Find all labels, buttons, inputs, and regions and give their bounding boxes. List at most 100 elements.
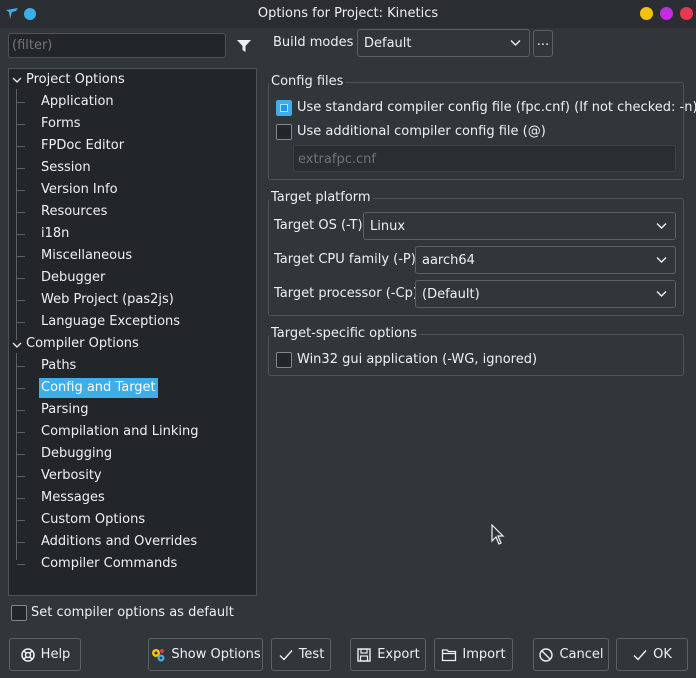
chevron-down-icon: [656, 257, 667, 263]
tree-guide-line: [17, 212, 25, 213]
config-files-title: Config files: [269, 74, 346, 89]
tree-guide-line: [17, 146, 25, 147]
target-processor-label: Target processor (-Cp): [274, 286, 418, 301]
tree-guide-line: [17, 476, 25, 477]
tree-item[interactable]: Forms: [41, 114, 81, 134]
tree-item[interactable]: Paths: [41, 356, 76, 376]
checkmark-icon: [633, 649, 647, 661]
help-button-label: Help: [40, 647, 71, 662]
tree-item[interactable]: Miscellaneous: [41, 246, 132, 266]
tree-item[interactable]: Version Info: [41, 180, 118, 200]
tree-guide-line: [17, 278, 25, 279]
filter-input[interactable]: [8, 33, 226, 58]
target-processor-combo[interactable]: (Default): [415, 280, 676, 308]
help-button[interactable]: Help: [9, 638, 81, 671]
tree-guide-line: [17, 234, 25, 235]
title-bar: Options for Project: Kinetics: [0, 0, 696, 28]
options-tree: Project Options Application Forms FPDoc Ed…: [8, 68, 257, 596]
use-additional-config-label: Use additional compiler config file (@): [297, 124, 546, 139]
target-platform-title: Target platform: [269, 190, 373, 205]
target-cpu-label: Target CPU family (-P): [274, 252, 416, 267]
import-button[interactable]: Import: [434, 638, 513, 671]
build-modes-label: Build modes: [273, 35, 354, 50]
tree-item[interactable]: FPDoc Editor: [41, 136, 124, 156]
tree-guide-line: [17, 454, 25, 455]
chevron-down-icon: [656, 223, 667, 229]
target-os-label: Target OS (-T): [274, 218, 363, 233]
checkmark-icon: [279, 649, 293, 661]
target-processor-value: (Default): [422, 287, 480, 302]
tree-guide-line: [17, 322, 25, 323]
tree-guide-line: [17, 190, 25, 191]
additional-config-file-input: extrafpc.cnf: [293, 145, 676, 172]
use-standard-config-checkbox[interactable]: [276, 100, 292, 116]
target-os-value: Linux: [370, 219, 406, 234]
tree-group-compiler-options[interactable]: Compiler Options: [26, 334, 139, 354]
tree-guide-line: [17, 102, 25, 103]
tree-item[interactable]: Debugging: [41, 444, 112, 464]
filter-icon[interactable]: [233, 35, 255, 57]
tree-item[interactable]: Verbosity: [41, 466, 102, 486]
tree-item[interactable]: Compiler Commands: [41, 554, 177, 574]
import-button-label: Import: [462, 647, 506, 662]
tree-guide-line: [17, 300, 25, 301]
tree-guide-line: [17, 542, 25, 543]
tree-guide-line: [17, 564, 25, 565]
win32-gui-checkbox[interactable]: [276, 352, 292, 368]
save-disk-icon: [357, 647, 371, 662]
tree-item[interactable]: Web Project (pas2js): [41, 290, 174, 310]
cancel-button-label: Cancel: [559, 647, 604, 662]
tree-guide-line: [17, 124, 25, 125]
cancel-button[interactable]: Cancel: [533, 638, 609, 671]
chevron-down-icon: [510, 40, 521, 46]
target-cpu-value: aarch64: [422, 253, 475, 268]
tree-guide-line: [17, 498, 25, 499]
tree-item[interactable]: Messages: [41, 488, 105, 508]
maximize-button[interactable]: [660, 7, 673, 20]
tree-item[interactable]: Language Exceptions: [41, 312, 180, 332]
tree-item[interactable]: Config and Target: [39, 378, 158, 398]
tree-guide-line: [17, 432, 25, 433]
build-modes-more-button[interactable]: ...: [533, 30, 553, 57]
tree-item[interactable]: Application: [41, 92, 114, 112]
build-modes-value: Default: [364, 36, 412, 51]
tree-guide-line: [17, 256, 25, 257]
tree-item[interactable]: Debugger: [41, 268, 105, 288]
test-button[interactable]: Test: [271, 638, 331, 671]
show-options-button-label: Show Options: [171, 647, 261, 662]
build-modes-combo[interactable]: Default: [357, 29, 530, 57]
tree-group-project-options[interactable]: Project Options: [26, 70, 125, 90]
tree-guide-line: [17, 388, 25, 389]
set-default-label: Set compiler options as default: [31, 605, 234, 620]
show-options-button[interactable]: Show Options: [148, 638, 263, 671]
tree-item[interactable]: Parsing: [41, 400, 88, 420]
close-button[interactable]: [680, 7, 693, 20]
tree-item[interactable]: i18n: [41, 224, 69, 244]
collapse-chevron-icon[interactable]: [12, 340, 22, 350]
tree-item[interactable]: Compilation and Linking: [41, 422, 199, 442]
collapse-chevron-icon[interactable]: [12, 75, 22, 85]
minimize-button[interactable]: [640, 7, 653, 20]
tree-guide-line: [16, 89, 17, 340]
use-additional-config-checkbox[interactable]: [276, 124, 292, 140]
target-cpu-combo[interactable]: aarch64: [415, 246, 676, 274]
tree-item[interactable]: Additions and Overrides: [41, 532, 197, 552]
set-default-checkbox[interactable]: [11, 605, 27, 621]
gears-icon: [152, 648, 165, 661]
tree-item[interactable]: Session: [41, 158, 91, 178]
export-button[interactable]: Export: [350, 638, 426, 671]
mouse-cursor-icon: [491, 524, 505, 545]
tree-item[interactable]: Custom Options: [41, 510, 145, 530]
target-os-combo[interactable]: Linux: [363, 212, 676, 240]
tree-guide-line: [17, 520, 25, 521]
tree-guide-line: [16, 353, 17, 560]
tree-item[interactable]: Resources: [41, 202, 107, 222]
help-lifebuoy-icon: [20, 647, 35, 662]
export-button-label: Export: [377, 647, 420, 662]
test-button-label: Test: [298, 647, 325, 662]
tree-guide-line: [17, 168, 25, 169]
ok-button[interactable]: OK: [616, 638, 688, 671]
tree-guide-line: [17, 366, 25, 367]
target-specific-title: Target-specific options: [269, 326, 420, 341]
chevron-down-icon: [656, 291, 667, 297]
